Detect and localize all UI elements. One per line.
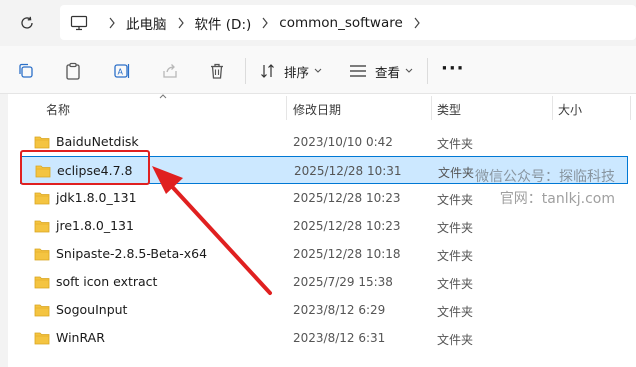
file-modified: 2023/10/10 0:42 — [293, 135, 393, 149]
file-type: 文件夹 — [437, 221, 474, 235]
file-modified: 2025/12/28 10:31 — [294, 164, 402, 178]
file-modified: 2025/7/29 15:38 — [293, 275, 393, 289]
sort-button[interactable]: 排序 — [260, 59, 323, 83]
column-divider[interactable] — [286, 96, 287, 120]
file-name: SogouInput — [56, 302, 128, 317]
file-name: BaiduNetdisk — [56, 134, 139, 149]
share-icon — [163, 64, 177, 78]
watermark: 微信公众号：探临科技 官网：tanlkj.com — [475, 166, 615, 210]
name-cell: SogouInput — [34, 302, 127, 317]
file-row-jre[interactable]: jre1.8.0_131 2025/12/28 10:23 文件夹 — [20, 212, 628, 240]
file-name: WinRAR — [56, 330, 105, 345]
name-cell: soft icon extract — [34, 274, 157, 289]
rename-button[interactable]: A — [112, 61, 132, 81]
column-headers: 名称 修改日期 类型 大小 — [0, 94, 636, 122]
chevron-down-icon — [405, 68, 413, 73]
copy-icon — [19, 63, 33, 78]
file-type: 文件夹 — [437, 277, 474, 291]
chevron-right-icon[interactable] — [98, 16, 126, 30]
trash-icon — [211, 63, 223, 79]
nav-pane-edge — [0, 94, 8, 367]
chevron-right-icon[interactable] — [251, 16, 279, 30]
refresh-icon — [21, 16, 33, 29]
folder-icon — [34, 276, 50, 288]
file-modified: 2025/12/28 10:23 — [293, 219, 401, 233]
folder-icon — [34, 192, 50, 204]
chevron-right-icon[interactable] — [403, 16, 431, 30]
folder-icon — [34, 136, 50, 148]
watermark-line-1: 微信公众号：探临科技 — [475, 169, 615, 185]
file-modified: 2023/8/12 6:29 — [293, 303, 386, 317]
file-name: jre1.8.0_131 — [56, 218, 134, 233]
file-type: 文件夹 — [437, 333, 474, 347]
file-row-soft-icon-extract[interactable]: soft icon extract 2025/7/29 15:38 文件夹 — [20, 268, 628, 296]
chevron-down-icon — [314, 68, 322, 73]
view-list-icon — [350, 65, 366, 77]
more-options-button[interactable]: ··· — [441, 60, 465, 78]
column-divider[interactable] — [431, 96, 432, 120]
folder-icon — [34, 220, 50, 232]
file-name: soft icon extract — [56, 274, 158, 289]
column-divider[interactable] — [552, 96, 553, 120]
address-bar-area: 此电脑 软件 (D:) common_software — [0, 0, 636, 46]
watermark-line-2: 官网：tanlkj.com — [499, 191, 615, 207]
file-type: 文件夹 — [437, 305, 474, 319]
folder-icon — [34, 332, 50, 344]
sort-label: 排序 — [284, 64, 310, 80]
name-cell: jre1.8.0_131 — [34, 218, 134, 233]
name-cell: BaiduNetdisk — [34, 134, 139, 149]
view-label: 查看 — [375, 64, 401, 80]
folder-icon — [34, 304, 50, 316]
sort-ascending-icon — [159, 94, 167, 99]
file-type: 文件夹 — [438, 166, 475, 180]
folder-icon — [34, 248, 50, 260]
file-modified: 2025/12/28 10:18 — [293, 247, 401, 261]
rename-icon: A — [114, 64, 130, 78]
file-row-sogouinput[interactable]: SogouInput 2023/8/12 6:29 文件夹 — [20, 296, 628, 324]
sort-icon — [261, 64, 274, 78]
chevron-right-icon[interactable] — [167, 16, 195, 30]
breadcrumb-drive-d[interactable]: 软件 (D:) — [195, 13, 252, 33]
svg-text:A: A — [118, 68, 124, 77]
file-name: jdk1.8.0_131 — [56, 190, 137, 205]
breadcrumb-this-pc[interactable]: 此电脑 — [126, 13, 167, 33]
name-cell: Snipaste-2.8.5-Beta-x64 — [34, 246, 207, 261]
name-cell: WinRAR — [34, 330, 105, 345]
file-name: Snipaste-2.8.5-Beta-x64 — [56, 246, 208, 261]
column-header-size[interactable]: 大小 — [558, 101, 582, 118]
column-header-modified[interactable]: 修改日期 — [293, 101, 341, 118]
annotation-highlight-box — [20, 150, 150, 185]
paste-button[interactable] — [63, 61, 83, 81]
file-type: 文件夹 — [437, 137, 474, 151]
this-pc-icon — [70, 13, 98, 33]
column-divider[interactable] — [630, 96, 631, 120]
file-row-winrar[interactable]: WinRAR 2023/8/12 6:31 文件夹 — [20, 324, 628, 352]
paste-icon — [66, 62, 80, 80]
file-modified: 2025/12/28 10:23 — [293, 191, 401, 205]
copy-button[interactable] — [16, 61, 36, 81]
column-header-name[interactable]: 名称 — [46, 101, 70, 118]
delete-button[interactable] — [207, 61, 227, 81]
name-cell: jdk1.8.0_131 — [34, 190, 137, 205]
address-bar[interactable]: 此电脑 软件 (D:) common_software — [60, 5, 636, 40]
share-button[interactable] — [160, 61, 180, 81]
refresh-button[interactable] — [16, 12, 38, 34]
file-type: 文件夹 — [437, 249, 474, 263]
command-bar: A 排序 查看 ··· — [0, 46, 636, 94]
file-type: 文件夹 — [437, 193, 474, 207]
column-header-type[interactable]: 类型 — [437, 101, 461, 118]
file-row-snipaste[interactable]: Snipaste-2.8.5-Beta-x64 2025/12/28 10:18… — [20, 240, 628, 268]
view-button[interactable]: 查看 — [349, 59, 414, 83]
breadcrumb-common-software[interactable]: common_software — [279, 15, 403, 31]
file-modified: 2023/8/12 6:31 — [293, 331, 386, 345]
toolbar-divider — [427, 58, 428, 84]
toolbar-divider — [245, 58, 246, 84]
